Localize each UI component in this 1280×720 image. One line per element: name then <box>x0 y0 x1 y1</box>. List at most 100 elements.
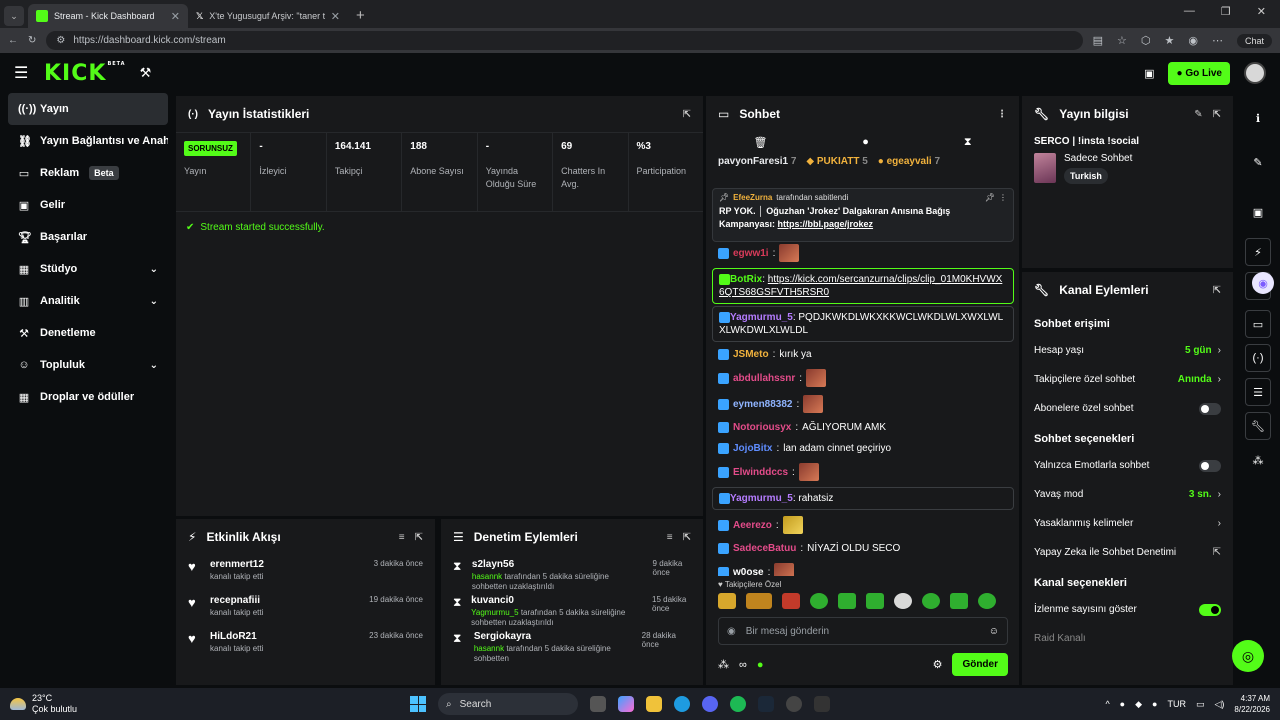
subs-only-toggle[interactable] <box>1199 402 1221 415</box>
reader-icon[interactable]: ▤ <box>1093 34 1103 47</box>
broadcast-icon[interactable]: (·) <box>1245 344 1271 372</box>
emoji-icon[interactable]: ☺ <box>989 626 999 637</box>
chat-username[interactable]: BotRix <box>730 274 762 285</box>
chat-username[interactable]: Notoriousyx <box>733 421 791 434</box>
account-age-setting[interactable]: Hesap yaşı 5 gün › <box>1022 336 1233 365</box>
profile-icon[interactable]: ◉ <box>1188 34 1198 47</box>
sidebar-item-studyo[interactable]: ▦ Stüdyo ⌄ <box>8 253 168 285</box>
emote-icon[interactable] <box>922 593 940 609</box>
emotes-only-toggle[interactable] <box>1199 459 1221 472</box>
sidebar-item-droplar[interactable]: ▦ Droplar ve ödüller <box>8 381 168 413</box>
sidebar-item-stream-key[interactable]: ⛓Yayın Bağlantısı ve Anahtar <box>8 125 168 157</box>
browser-tab-x[interactable]: 𝕏 X'te Yugusuguf Arşiv: "taner tolga ✕ <box>188 4 348 28</box>
unpin-icon[interactable]: 📌︎ <box>985 193 995 202</box>
hourglass-icon[interactable]: ⧗ <box>964 136 972 149</box>
chat-username[interactable]: Aeerezo <box>733 519 772 532</box>
tray-app-icon[interactable]: ● <box>1120 699 1125 709</box>
more-icon[interactable]: ⋯ <box>1212 34 1223 47</box>
chat-username[interactable]: w0ose <box>733 566 764 577</box>
pinned-link[interactable]: https://bbl.page/jrokez <box>778 219 874 229</box>
network-icon[interactable]: ▭ <box>1196 699 1205 710</box>
emote-icon[interactable] <box>746 593 772 609</box>
list-icon[interactable]: ☰ <box>1245 378 1271 406</box>
emote-icon[interactable] <box>866 593 884 609</box>
weather-widget[interactable]: 23°C Çok bulutlu <box>10 693 77 715</box>
close-icon[interactable]: ✕ <box>171 10 180 23</box>
chat-username[interactable]: JSMeto <box>733 348 769 361</box>
sidebar-item-analitik[interactable]: ▥ Analitik ⌄ <box>8 285 168 317</box>
show-views-toggle[interactable] <box>1199 603 1221 616</box>
sidebar-item-yayin[interactable]: ((·)) Yayın <box>8 93 168 125</box>
edit-icon[interactable]: ✎ <box>1245 148 1271 176</box>
chat-bubble-icon[interactable]: ▭ <box>1245 310 1271 338</box>
chat-username[interactable]: Yagmurmu_5 <box>730 493 793 504</box>
banned-words-setting[interactable]: Yasaklanmış kelimeler › <box>1022 509 1233 538</box>
copilot-icon[interactable] <box>618 696 634 712</box>
discord-icon[interactable] <box>702 696 718 712</box>
new-tab-button[interactable]: + <box>348 7 373 28</box>
sidebar-item-gelir[interactable]: ▣ Gelir <box>8 189 168 221</box>
sidebar-item-reklam[interactable]: ▭ Reklam Beta <box>8 157 168 189</box>
popout-icon[interactable]: ⇱ <box>683 532 691 543</box>
popout-icon[interactable]: ⇱ <box>683 109 691 120</box>
info-icon[interactable]: ℹ <box>1245 104 1271 132</box>
steam-icon[interactable] <box>758 696 774 712</box>
bookmark-star-icon[interactable]: ☆ <box>1117 34 1127 47</box>
emote-icon[interactable] <box>894 593 912 609</box>
popout-icon[interactable]: ⇱ <box>415 532 423 543</box>
users-icon[interactable]: ⁂ <box>718 658 729 671</box>
sidebar-item-topluluk[interactable]: ☺ Topluluk ⌄ <box>8 349 168 381</box>
raid-channel-setting[interactable]: Raid Kanalı <box>1022 624 1233 653</box>
gear-icon[interactable]: ⚙ <box>933 658 943 671</box>
site-info-icon[interactable]: ⚙ <box>56 35 65 46</box>
emote-icon[interactable] <box>810 593 828 609</box>
start-icon[interactable] <box>410 696 426 712</box>
taskbar-search[interactable]: ⌕ Search <box>438 693 578 715</box>
filter-icon[interactable]: ≡ <box>399 532 405 543</box>
emote-icon[interactable] <box>782 593 800 609</box>
chat-username[interactable]: Elwinddccs <box>733 466 788 479</box>
chat-username[interactable]: egww1i <box>733 247 769 260</box>
emote-icon[interactable] <box>950 593 968 609</box>
assistant-icon[interactable]: ◉ <box>1252 272 1274 294</box>
steam-tray-icon[interactable]: ◆ <box>1135 699 1142 710</box>
go-live-button[interactable]: ● Go Live <box>1168 61 1230 85</box>
app-icon[interactable] <box>814 696 830 712</box>
back-icon[interactable]: ← <box>8 35 18 46</box>
volume-icon[interactable]: ◁) <box>1214 699 1224 710</box>
maximize-icon[interactable]: ❐ <box>1221 5 1231 18</box>
filter-icon[interactable]: ≡ <box>667 532 673 543</box>
more-vertical-icon[interactable]: ⋮ <box>999 193 1007 202</box>
emote-icon[interactable] <box>838 593 856 609</box>
users-icon[interactable]: ⁂ <box>1245 446 1271 474</box>
more-vertical-icon[interactable]: ⋮ <box>997 109 1007 120</box>
tab-list-button[interactable]: ⌄ <box>4 6 24 26</box>
kick-logo[interactable]: KICKBETA <box>44 61 126 86</box>
task-view-icon[interactable] <box>590 696 606 712</box>
chat-username[interactable]: abdullahssnr <box>733 372 795 385</box>
trash-icon[interactable]: 🗑︎ <box>753 136 767 149</box>
sidebar-item-denetleme[interactable]: ⚒ Denetleme <box>8 317 168 349</box>
creator-tools-icon[interactable]: ⚒ <box>140 65 152 81</box>
obs-icon[interactable] <box>786 696 802 712</box>
chat-username[interactable]: eymen88382 <box>733 398 793 411</box>
send-button[interactable]: Gönder <box>952 653 1008 676</box>
tray-app-icon[interactable]: ● <box>1152 699 1157 709</box>
lightning-icon[interactable]: ⚡︎ <box>1245 238 1271 266</box>
reload-icon[interactable]: ↻ <box>28 35 36 46</box>
edit-icon[interactable]: ✎ <box>1194 109 1202 120</box>
sidebar-item-basarilar[interactable]: 🏆︎ Başarılar <box>8 221 168 253</box>
chat-input[interactable]: ◉ Bir mesaj gönderin ☺ <box>718 617 1008 645</box>
favorites-icon[interactable]: ★ <box>1165 34 1175 47</box>
ai-moderation-setting[interactable]: Yapay Zeka ile Sohbet Denetimi ⇱ <box>1022 538 1233 567</box>
edge-icon[interactable] <box>674 696 690 712</box>
extensions-icon[interactable]: ⬡ <box>1141 34 1151 47</box>
wrench-icon[interactable]: 🔧︎ <box>1245 412 1271 440</box>
slow-mode-setting[interactable]: Yavaş mod 3 sn. › <box>1022 480 1233 509</box>
infinity-icon[interactable]: ∞ <box>739 659 747 671</box>
emote-icon[interactable] <box>718 593 736 609</box>
close-window-icon[interactable]: ✕ <box>1257 5 1266 18</box>
input-language[interactable]: TUR <box>1167 699 1186 709</box>
clock[interactable]: 4:37 AM 8/22/2026 <box>1234 693 1270 715</box>
chat-username[interactable]: JojoBitx <box>733 442 772 455</box>
